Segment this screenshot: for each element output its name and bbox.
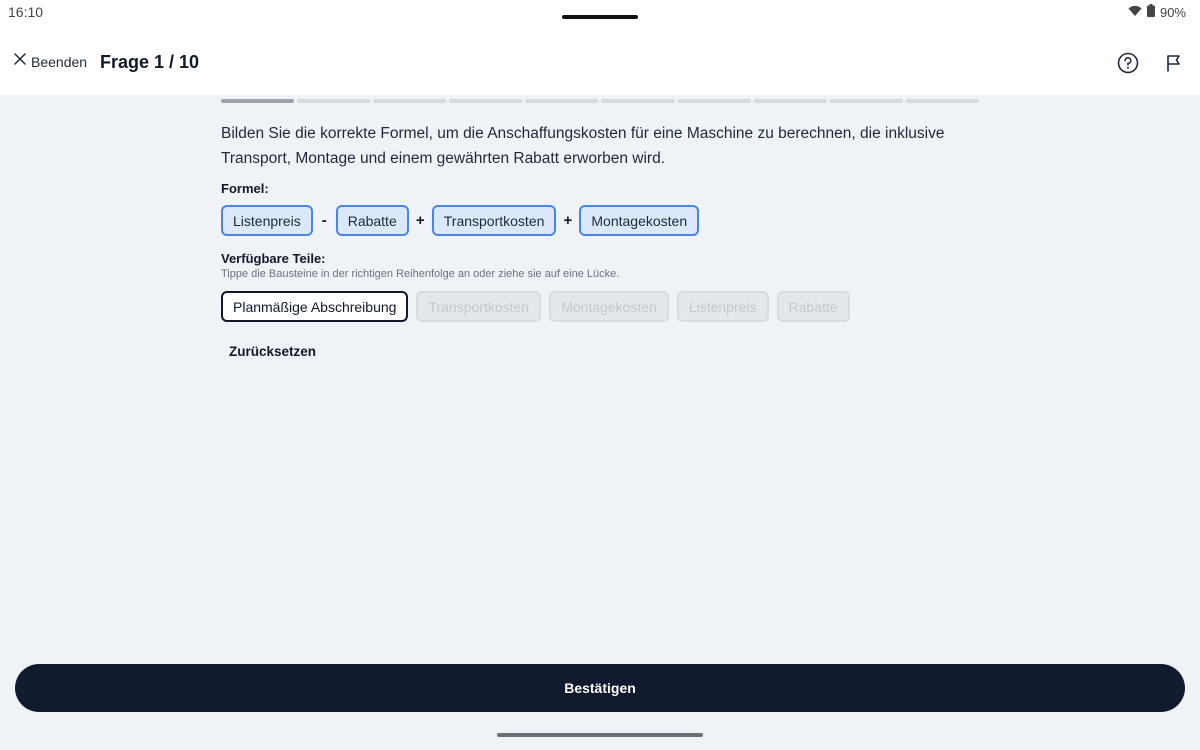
formula-row: Listenpreis - Rabatte + Transportkosten … [221,205,700,236]
formula-operator: - [321,212,327,229]
question-text: Bilden Sie die korrekte Formel, um die A… [221,125,945,167]
formula-slot[interactable]: Montagekosten [579,205,700,236]
part-chip-transportkosten-used: Transportkosten [416,291,542,322]
formula-slot[interactable]: Listenpreis [221,205,313,236]
part-chip-rabatte-used: Rabatte [776,291,850,322]
reset-button[interactable]: Zurücksetzen [229,344,316,359]
formula-label: Formel: [221,181,269,196]
status-indicators: 90% [1128,4,1186,20]
formula-operator: + [563,212,573,229]
flag-icon[interactable] [1164,53,1184,78]
quit-label: Beenden [31,53,88,70]
help-icon[interactable] [1117,52,1139,79]
part-chip-listenpreis-used: Listenpreis [676,291,769,322]
status-time: 16:10 [8,4,44,20]
camera-notch [562,15,638,19]
formula-operator: + [415,212,425,229]
wifi-icon [1128,5,1142,20]
formula-slot[interactable]: Transportkosten [431,205,557,236]
progress-segment [905,99,979,103]
confirm-button[interactable]: Bestätigen [15,664,1185,712]
progress-segment [449,99,523,103]
part-chip-planmaessige-abschreibung[interactable]: Planmäßige Abschreibung [221,291,409,322]
close-icon [13,52,27,71]
question-progress-bar [221,99,979,103]
progress-segment [525,99,599,103]
app-header: Beenden Frage 1 / 10 [0,30,1200,95]
part-chip-montagekosten-used: Montagekosten [549,291,669,322]
progress-segment [677,99,751,103]
progress-segment [297,99,371,103]
parts-label: Verfügbare Teile: [221,251,326,266]
progress-segment [601,99,675,103]
parts-hint: Tippe die Bausteine in der richtigen Rei… [221,268,620,280]
home-indicator[interactable] [497,733,703,737]
formula-slot[interactable]: Rabatte [335,205,409,236]
quit-button[interactable]: Beenden [13,52,87,71]
parts-list: Planmäßige Abschreibung Transportkosten … [221,291,850,322]
battery-percent: 90% [1159,4,1186,20]
progress-segment [829,99,903,103]
progress-segment [373,99,447,103]
progress-segment [753,99,827,103]
status-bar: 16:10 90% [0,0,1200,30]
page-title: Frage 1 / 10 [100,52,200,72]
battery-icon [1146,4,1155,20]
progress-segment [221,99,295,103]
